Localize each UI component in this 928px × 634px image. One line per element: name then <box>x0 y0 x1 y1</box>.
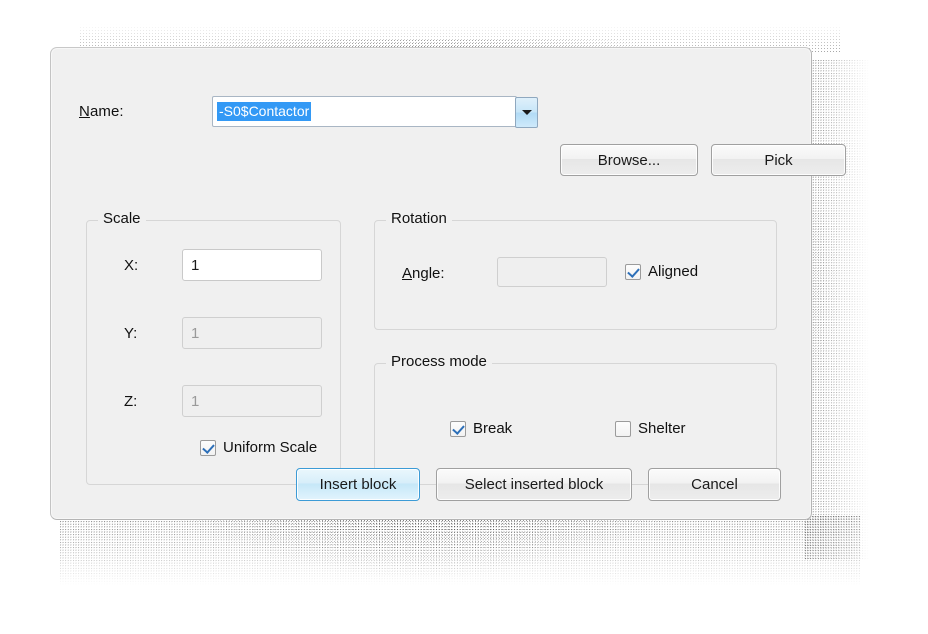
block-name-combobox[interactable]: -S0$Contactor <box>212 96 538 128</box>
dialog-drop-shadow-right <box>805 60 870 560</box>
block-name-label-accel: N <box>79 103 90 120</box>
break-checkbox[interactable] <box>450 420 466 437</box>
insert-block-dialog: Name: -S0$Contactor Browse... Pick Scale… <box>50 47 846 520</box>
shelter-checkbox[interactable] <box>615 420 631 437</box>
rotation-group-title: Rotation <box>386 210 452 227</box>
scale-z-label: Z: <box>124 393 138 410</box>
angle-label: Angle: <box>402 265 445 282</box>
scale-z-input: 1 <box>182 385 322 417</box>
aligned-checkbox-row[interactable]: Aligned <box>625 263 698 280</box>
scale-y-label: Y: <box>124 325 138 342</box>
angle-label-accel: A <box>402 265 413 282</box>
shelter-label: Shelter <box>638 420 686 437</box>
angle-label-rest: ngle: <box>412 265 445 282</box>
break-checkbox-row[interactable]: Break <box>450 420 512 437</box>
cancel-button[interactable]: Cancel <box>648 468 781 501</box>
scale-y-input: 1 <box>182 317 322 349</box>
insert-block-button[interactable]: Insert block <box>296 468 420 501</box>
aligned-label: Aligned <box>648 263 699 280</box>
block-name-input[interactable]: -S0$Contactor <box>217 102 312 121</box>
scale-x-input[interactable]: 1 <box>182 249 322 281</box>
process-mode-group-title: Process mode <box>386 353 492 370</box>
block-name-label: Name: <box>79 103 124 120</box>
scale-group-title: Scale <box>98 210 146 227</box>
chevron-down-icon <box>521 110 532 115</box>
angle-input <box>497 257 607 287</box>
aligned-checkbox[interactable] <box>625 263 641 280</box>
select-inserted-block-button[interactable]: Select inserted block <box>436 468 632 501</box>
dialog-drop-shadow-bottom <box>60 516 860 586</box>
uniform-scale-checkbox[interactable] <box>200 439 216 456</box>
uniform-scale-checkbox-row[interactable]: Uniform Scale <box>200 439 317 456</box>
block-name-row: Name: -S0$Contactor <box>79 96 789 130</box>
process-mode-group: Process mode Break Shelter <box>374 353 777 485</box>
shelter-checkbox-row[interactable]: Shelter <box>615 420 686 437</box>
uniform-scale-label: Uniform Scale <box>223 439 318 456</box>
rotation-group: Rotation Angle: Aligned <box>374 210 777 330</box>
scale-group: Scale X: 1 Y: 1 Z: 1 Uniform Scale <box>86 210 341 485</box>
scale-x-label: X: <box>124 257 139 274</box>
browse-button[interactable]: Browse... <box>560 144 698 176</box>
block-name-dropdown-button[interactable] <box>515 97 538 128</box>
pick-button[interactable]: Pick <box>711 144 846 176</box>
break-label: Break <box>473 420 513 437</box>
block-name-label-rest: ame: <box>89 103 124 120</box>
